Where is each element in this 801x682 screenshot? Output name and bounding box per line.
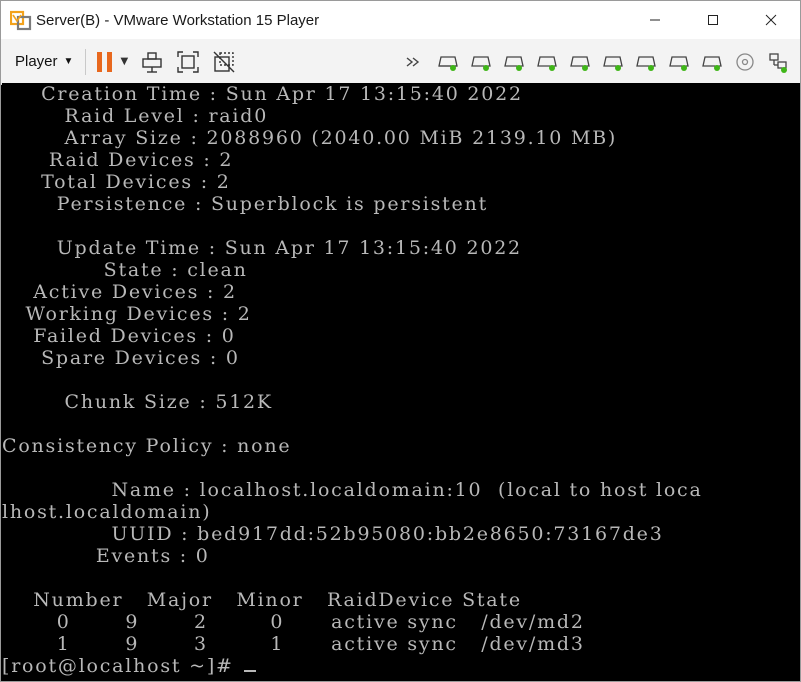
more-devices-icon	[406, 56, 420, 67]
network-icon	[769, 52, 787, 73]
hdd-device-7[interactable]	[634, 50, 658, 74]
terminal-line: Raid Devices : 2	[2, 149, 234, 171]
hdd-icon	[504, 55, 524, 71]
close-button[interactable]	[742, 1, 800, 39]
hdd-device-2[interactable]	[469, 50, 493, 74]
hdd-icon	[636, 55, 656, 71]
terminal-line: Update Time : Sun Apr 17 13:15:40 2022	[2, 237, 522, 259]
terminal-line: Working Devices : 2	[2, 303, 252, 325]
vm-console[interactable]: Creation Time : Sun Apr 17 13:15:40 2022…	[2, 83, 800, 681]
vmware-player-window: Server(B) - VMware Workstation 15 Player…	[0, 0, 801, 682]
minimize-button[interactable]	[626, 1, 684, 39]
cd-icon	[736, 52, 754, 71]
terminal-line: Name : localhost.localdomain:10 (local t…	[2, 479, 703, 501]
terminal-line: Raid Level : raid0	[2, 105, 269, 127]
send-ctrl-alt-del-icon	[142, 51, 162, 73]
terminal-line: Chunk Size : 512K	[2, 391, 273, 413]
terminal-prompt-line: [root@localhost ~]#	[2, 655, 256, 677]
close-icon	[765, 14, 777, 26]
chevron-down-icon: ▼	[120, 56, 129, 67]
terminal-line: Spare Devices : 0	[2, 347, 240, 369]
terminal-line: Creation Time : Sun Apr 17 13:15:40 2022	[2, 83, 523, 105]
toolbar-divider	[85, 48, 87, 75]
terminal-line: 1 9 3 1 active sync /dev/md3	[2, 633, 585, 655]
fit-guest-icon	[177, 50, 199, 73]
hdd-device-5[interactable]	[568, 50, 592, 74]
hdd-icon	[570, 55, 590, 71]
player-menu-label: Player	[15, 53, 58, 70]
hdd-device-8[interactable]	[667, 50, 691, 74]
network-device[interactable]	[766, 50, 790, 74]
chevron-down-icon: ▼	[63, 56, 74, 67]
pause-icon	[97, 51, 113, 72]
hdd-device-9[interactable]	[700, 50, 724, 74]
terminal-line: 0 9 2 0 active sync /dev/md2	[2, 611, 585, 633]
hdd-icon	[603, 55, 623, 71]
hdd-device-4[interactable]	[535, 50, 559, 74]
terminal-line: Active Devices : 2	[2, 281, 237, 303]
hdd-device-1[interactable]	[436, 50, 460, 74]
player-menu-button[interactable]: Player ▼	[15, 53, 73, 70]
minimize-icon	[650, 19, 660, 21]
terminal-line: lhost.localdomain)	[2, 501, 212, 523]
terminal-line: Number Major Minor RaidDevice State	[2, 589, 522, 611]
more-devices-button[interactable]	[403, 50, 427, 74]
terminal-line: Array Size : 2088960 (2040.00 MiB 2139.1…	[2, 127, 618, 149]
terminal-line: UUID : bed917dd:52b95080:bb2e8650:73167d…	[2, 523, 664, 545]
cd-device[interactable]	[733, 50, 757, 74]
hdd-icon	[471, 55, 491, 71]
title-bar: Server(B) - VMware Workstation 15 Player	[1, 1, 800, 39]
send-ctrl-alt-del-button[interactable]	[140, 50, 164, 74]
vmware-app-icon	[10, 9, 32, 31]
unity-button[interactable]	[212, 50, 236, 74]
hdd-device-6[interactable]	[601, 50, 625, 74]
device-tray	[394, 39, 790, 84]
toolbar: Player ▼ ▼	[1, 39, 800, 85]
maximize-icon	[708, 15, 718, 25]
hdd-icon	[438, 55, 458, 71]
pause-button[interactable]: ▼	[96, 51, 128, 73]
hdd-icon	[702, 55, 722, 71]
hdd-device-3[interactable]	[502, 50, 526, 74]
terminal-prompt: [root@localhost ~]#	[2, 655, 242, 677]
fit-guest-button[interactable]	[176, 50, 200, 74]
hdd-icon	[669, 55, 689, 71]
terminal-line: Persistence : Superblock is persistent	[2, 193, 488, 215]
terminal-line: State : clean	[2, 259, 248, 281]
terminal-line: Consistency Policy : none	[2, 435, 292, 457]
terminal-cursor	[243, 670, 256, 672]
window-title: Server(B) - VMware Workstation 15 Player	[36, 11, 320, 29]
terminal-line: Total Devices : 2	[2, 171, 231, 193]
terminal-line: Failed Devices : 0	[2, 325, 236, 347]
hdd-icon	[537, 55, 557, 71]
terminal-line: Events : 0	[2, 545, 210, 567]
maximize-button[interactable]	[684, 1, 742, 39]
unity-icon	[213, 51, 235, 72]
